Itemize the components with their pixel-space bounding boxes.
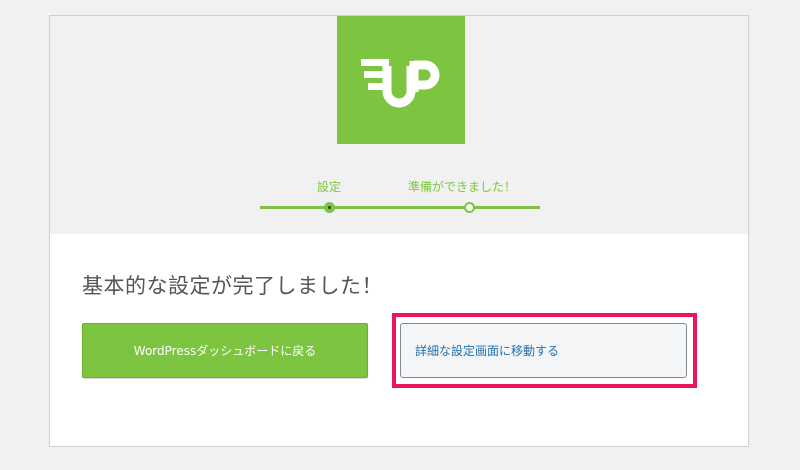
step-dot-next bbox=[464, 202, 475, 213]
step-label-ready: 準備ができました！ bbox=[408, 180, 517, 194]
step-dot-current bbox=[324, 202, 335, 213]
up-logo-icon bbox=[337, 16, 465, 144]
setup-wizard-card: 設定 準備ができました！ 基本的な設定が完了しました！ WordPressダッシ… bbox=[49, 15, 749, 447]
step-label-settings: 設定 bbox=[317, 180, 342, 194]
wizard-header: 設定 準備ができました！ bbox=[50, 16, 748, 234]
back-to-dashboard-button[interactable]: WordPressダッシュボードに戻る bbox=[82, 323, 368, 378]
page-title: 基本的な設定が完了しました！ bbox=[82, 274, 383, 298]
progress-line bbox=[260, 206, 540, 209]
detailed-settings-button[interactable]: 詳細な設定画面に移動する bbox=[400, 323, 687, 378]
